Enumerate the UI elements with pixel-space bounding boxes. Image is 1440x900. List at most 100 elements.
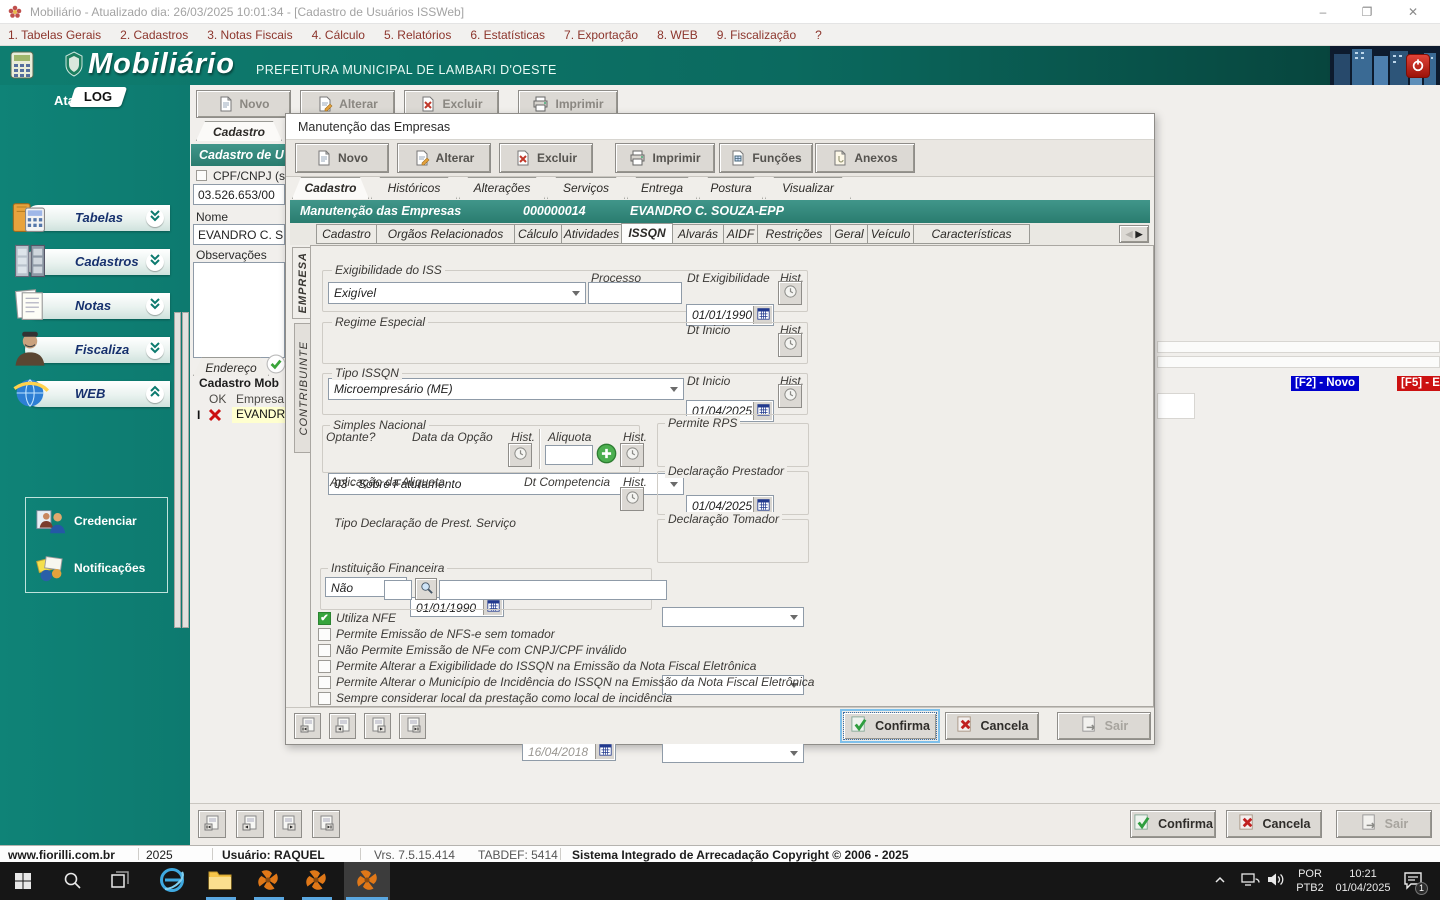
sidebar-item-notificações[interactable]: Notificações xyxy=(26,549,169,593)
dt-competencia-input[interactable]: 16/04/2018 xyxy=(522,741,616,761)
dialog-anexos-button[interactable]: Anexos xyxy=(815,143,915,173)
chevrons-up-icon[interactable] xyxy=(146,385,164,403)
minimize-button[interactable]: – xyxy=(1308,4,1338,20)
inner-tab-veículo[interactable]: Veículo xyxy=(867,224,914,244)
permite-rps-combo[interactable] xyxy=(662,607,804,627)
inst-fin-search-button[interactable] xyxy=(415,578,437,600)
chevrons-down-icon[interactable] xyxy=(146,253,164,271)
bg-row-empresa[interactable]: EVANDR xyxy=(232,407,285,423)
sidebar-item-credenciar[interactable]: Credenciar xyxy=(26,502,169,546)
hist-button[interactable] xyxy=(778,281,802,305)
nav-first-button[interactable] xyxy=(198,810,226,838)
network-tray-button[interactable] xyxy=(1238,872,1262,890)
nav-prev-button[interactable] xyxy=(329,713,356,739)
bg-obs-textarea[interactable] xyxy=(193,262,285,358)
checkbox-utiliza-nfe[interactable]: ✔ xyxy=(318,612,331,625)
tab-postura[interactable]: Postura xyxy=(699,177,763,199)
chevrons-down-icon[interactable] xyxy=(146,297,164,315)
checkbox-permite-alterar-a-exigibilidade-do-issqn[interactable] xyxy=(318,660,331,673)
hist-button[interactable] xyxy=(778,333,802,357)
inner-tab-issqn[interactable]: ISSQN xyxy=(621,223,673,244)
scrollbar-right[interactable] xyxy=(182,312,189,628)
tray-expand-button[interactable] xyxy=(1210,873,1230,889)
taskbar-app2-button[interactable] xyxy=(300,867,332,895)
confirma-button[interactable]: Confirma xyxy=(840,709,940,743)
side-tab-empresa[interactable]: EMPRESA xyxy=(292,247,312,319)
aliquota-input[interactable] xyxy=(545,445,593,465)
inner-tab-geral[interactable]: Geral xyxy=(830,224,868,244)
cancela-button[interactable]: Cancela xyxy=(1226,810,1322,838)
menu-item-10[interactable]: ? xyxy=(815,28,822,42)
clock[interactable]: 10:21 01/04/2025 xyxy=(1330,867,1396,895)
checkbox-n-o-permite-emiss-o-de-nfe-com-cnpj-cpf-[interactable] xyxy=(318,644,331,657)
taskbar-app1-button[interactable] xyxy=(252,867,284,895)
inner-tab-cálculo[interactable]: Cálculo xyxy=(514,224,562,244)
sidebar-item-fiscaliza[interactable]: Fiscaliza xyxy=(0,329,190,371)
nav-first-button[interactable] xyxy=(294,713,321,739)
inner-tab-atividades[interactable]: Atividades xyxy=(561,224,622,244)
menu-item-7[interactable]: 7. Exportação xyxy=(564,28,638,42)
add-aliquota-button[interactable] xyxy=(596,443,617,464)
cancela-button[interactable]: Cancela xyxy=(945,712,1039,740)
taskbar-app3-button-active[interactable] xyxy=(344,862,390,900)
chevrons-down-icon[interactable] xyxy=(146,341,164,359)
nav-last-button[interactable] xyxy=(399,713,426,739)
scrollbar-left[interactable] xyxy=(174,312,181,628)
bg-nome-input[interactable]: EVANDRO C. S xyxy=(193,224,285,245)
tab-log[interactable]: LOG xyxy=(68,87,128,107)
tab-scroll-button[interactable]: ◀ ▶ xyxy=(1119,225,1149,243)
dialog-excluir-button[interactable]: Excluir xyxy=(499,143,593,173)
dialog-imprimir-button[interactable]: Imprimir xyxy=(615,143,715,173)
checkbox-permite-alterar-o-munic-pio-de-incid-nci[interactable] xyxy=(318,676,331,689)
hist-button[interactable] xyxy=(620,487,644,511)
menu-item-9[interactable]: 9. Fiscalização xyxy=(717,28,796,42)
hist-button[interactable] xyxy=(620,443,644,467)
processo-input[interactable] xyxy=(588,282,682,304)
bg-cpf-checkbox[interactable] xyxy=(196,170,207,181)
inner-tab-aidf[interactable]: AIDF xyxy=(723,224,758,244)
tab-alterações[interactable]: Alterações xyxy=(459,177,545,199)
hist-button[interactable] xyxy=(778,384,802,408)
menu-item-4[interactable]: 4. Cálculo xyxy=(312,28,365,42)
restore-button[interactable]: ❐ xyxy=(1352,4,1382,20)
bg-cpf-input[interactable]: 03.526.653/00 xyxy=(193,184,285,205)
taskbar-explorer-button[interactable] xyxy=(204,868,236,894)
chevrons-down-icon[interactable] xyxy=(146,209,164,227)
sidebar-item-web[interactable]: WEB xyxy=(0,373,190,415)
calendar-button[interactable] xyxy=(595,743,614,759)
start-button[interactable] xyxy=(8,870,38,892)
tab-visualizar[interactable]: Visualizar xyxy=(765,177,851,199)
menu-item-2[interactable]: 2. Cadastros xyxy=(120,28,188,42)
tab-entrega[interactable]: Entrega xyxy=(627,177,697,199)
inst-fin-name-input[interactable] xyxy=(439,580,667,600)
nav-prev-button[interactable] xyxy=(236,810,264,838)
exigibilidade-combo[interactable]: Exigível xyxy=(328,282,586,304)
bg-tab-endereco[interactable]: Endereço xyxy=(193,357,269,376)
inst-fin-code-input[interactable] xyxy=(384,580,412,600)
power-button[interactable] xyxy=(1406,54,1430,78)
close-button[interactable]: ✕ xyxy=(1398,4,1428,20)
sair-button[interactable]: Sair xyxy=(1057,712,1151,740)
dialog-funções-button[interactable]: Funções xyxy=(719,143,813,173)
menu-item-8[interactable]: 8. WEB xyxy=(657,28,698,42)
inner-tab-restrições[interactable]: Restrições xyxy=(757,224,831,244)
volume-tray-button[interactable] xyxy=(1264,872,1288,890)
bg-novo-button[interactable]: Novo xyxy=(196,90,291,118)
taskbar-ie-button[interactable] xyxy=(156,866,188,896)
tab-serviços[interactable]: Serviços xyxy=(547,177,625,199)
bg-tab-cadastro[interactable]: Cadastro xyxy=(196,121,282,141)
dialog-novo-button[interactable]: Novo xyxy=(295,143,389,173)
nav-last-button[interactable] xyxy=(312,810,340,838)
taskbar-search-button[interactable] xyxy=(58,869,86,893)
inner-tab-cadastro[interactable]: Cadastro xyxy=(316,224,377,244)
sair-button[interactable]: Sair xyxy=(1336,810,1432,838)
tab-históricos[interactable]: Históricos xyxy=(371,177,457,199)
language-indicator[interactable]: POR PTB2 xyxy=(1292,867,1328,895)
tab-cadastro[interactable]: Cadastro xyxy=(292,177,369,199)
sidebar-item-cadastros[interactable]: Cadastros xyxy=(0,241,190,283)
menu-item-3[interactable]: 3. Notas Fiscais xyxy=(207,28,292,42)
menu-item-5[interactable]: 5. Relatórios xyxy=(384,28,451,42)
inner-tab-características[interactable]: Características xyxy=(913,224,1030,244)
hist-button[interactable] xyxy=(508,443,532,467)
menu-item-1[interactable]: 1. Tabelas Gerais xyxy=(8,28,101,42)
